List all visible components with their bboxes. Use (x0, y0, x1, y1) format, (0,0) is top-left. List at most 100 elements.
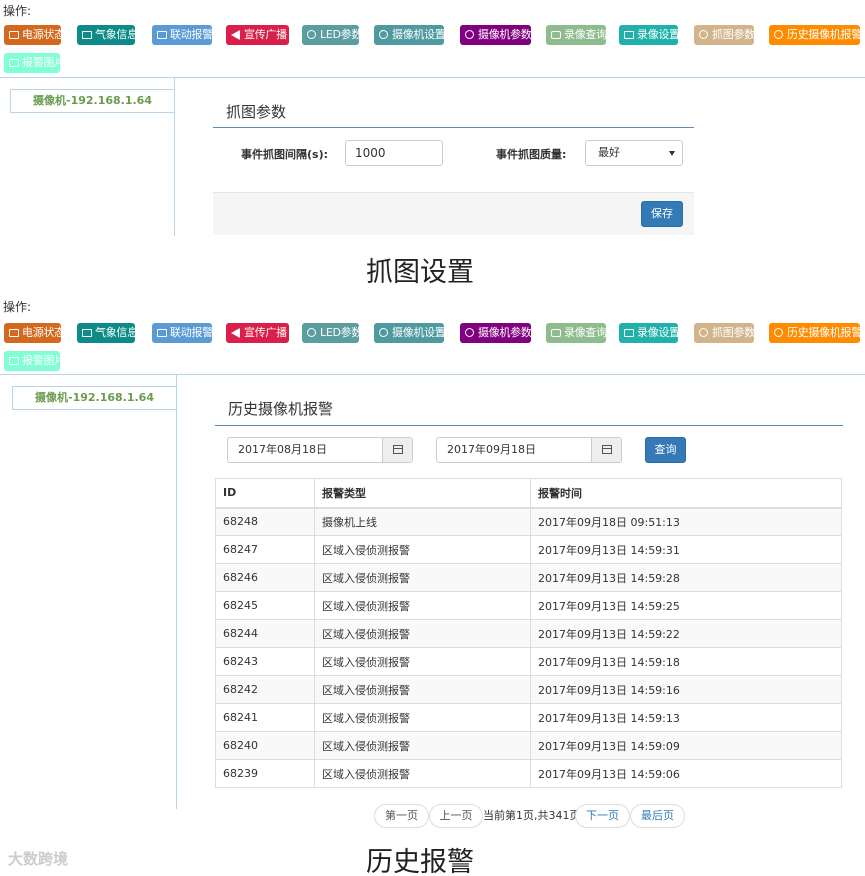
toolbar-button-1[interactable]: 气象信息 (77, 25, 138, 45)
toolbar-button-1[interactable]: 气象信息 (77, 323, 138, 343)
toolbar-button-8[interactable]: 录像设置 (619, 323, 680, 343)
divider (176, 374, 177, 386)
cell-id: 68243 (215, 647, 315, 676)
table-row: 68239 区域入侵侦测报警 2017年09月13日 14:59:06 (215, 759, 842, 788)
camera-icon (551, 329, 561, 337)
toolbar-button-label: 气象信息 (95, 326, 138, 339)
start-date-picker[interactable]: 2017年08月18日 (227, 437, 413, 463)
cell-type: 区域入侵侦测报警 (314, 675, 531, 704)
toolbar-button-label: 历史摄像机报警 (787, 28, 862, 41)
first-page-button[interactable]: 第一页 (374, 804, 429, 828)
operations-label: 操作: (3, 4, 32, 18)
end-date-picker[interactable]: 2017年09月18日 (436, 437, 622, 463)
toolbar-button-11[interactable]: 报警图片 (4, 53, 65, 73)
quality-label: 事件抓图质量: (496, 148, 567, 161)
toolbar-button-label: 录像设置 (637, 326, 680, 339)
table-row: 68240 区域入侵侦测报警 2017年09月13日 14:59:09 (215, 731, 842, 760)
toolbar-button-7[interactable]: 录像查询 (546, 323, 607, 343)
toolbar-button-7[interactable]: 录像查询 (546, 25, 607, 45)
toolbar-button-2[interactable]: 联动报警 (152, 25, 213, 45)
cell-time: 2017年09月13日 14:59:22 (530, 619, 842, 648)
cell-time: 2017年09月13日 14:59:31 (530, 535, 842, 564)
toolbar-button-label: 联动报警 (170, 28, 213, 41)
query-button[interactable]: 查询 (645, 437, 686, 463)
divider (12, 409, 177, 410)
table-row: 68243 区域入侵侦测报警 2017年09月13日 14:59:18 (215, 647, 842, 676)
quality-selected-value: 最好 (598, 146, 620, 159)
toolbar-button-4[interactable]: LED参数 (302, 25, 362, 45)
monitor-icon (82, 329, 92, 337)
gear-icon (465, 328, 474, 337)
cell-id: 68242 (215, 675, 315, 704)
toolbar-button-3[interactable]: 宣传广播 (226, 25, 289, 45)
toolbar-button-9[interactable]: 抓图参数 (694, 323, 755, 343)
toolbar-button-label: 摄像机参数 (478, 28, 532, 41)
image-icon (9, 357, 19, 365)
toolbar-button-label: 抓图参数 (712, 326, 755, 339)
gear-icon (699, 328, 708, 337)
toolbar-button-8[interactable]: 录像设置 (619, 25, 680, 45)
column-header-time: 报警时间 (530, 478, 842, 509)
column-header-type: 报警类型 (314, 478, 531, 509)
toolbar-button-2[interactable]: 联动报警 (152, 323, 213, 343)
gear-icon (774, 328, 783, 337)
watermark: 大数跨境 (8, 850, 69, 868)
camera-tab[interactable]: 摄像机-192.168.1.64 (12, 386, 177, 410)
toolbar-button-label: 录像查询 (564, 326, 607, 339)
interval-label: 事件抓图间隔(s): (241, 148, 329, 161)
toolbar-button-4[interactable]: LED参数 (302, 323, 363, 343)
toolbar-button-6[interactable]: 摄像机参数 (460, 25, 532, 45)
calendar-icon[interactable] (591, 438, 621, 462)
cell-type: 区域入侵侦测报警 (314, 535, 531, 564)
monitor-icon (9, 31, 19, 39)
table-row: 68248 摄像机上线 2017年09月18日 09:51:13 (215, 507, 842, 536)
image-icon (157, 31, 167, 39)
cell-type: 摄像机上线 (314, 507, 531, 536)
cell-id: 68244 (215, 619, 315, 648)
monitor-icon (624, 31, 634, 39)
gear-icon (379, 328, 388, 337)
table-row: 68244 区域入侵侦测报警 2017年09月13日 14:59:22 (215, 619, 842, 648)
page-info: 当前第1页,共341页 (483, 809, 581, 822)
toolbar-button-11[interactable]: 报警图片 (4, 351, 65, 371)
gear-icon (307, 328, 316, 337)
camera-icon (551, 31, 561, 39)
toolbar-button-label: 报警图片 (22, 354, 65, 367)
cell-time: 2017年09月13日 14:59:18 (530, 647, 842, 676)
toolbar-button-label: LED参数 (320, 326, 363, 339)
toolbar-button-10[interactable]: 历史摄像机报警 (769, 323, 862, 343)
cell-id: 68247 (215, 535, 315, 564)
caption-history-alarm: 历史报警 (366, 847, 474, 876)
toolbar-button-10[interactable]: 历史摄像机报警 (769, 25, 862, 45)
toolbar-button-5[interactable]: 摄像机设置 (374, 25, 446, 45)
caret-down-icon (669, 151, 675, 156)
cell-type: 区域入侵侦测报警 (314, 703, 531, 732)
cell-type: 区域入侵侦测报警 (314, 759, 531, 788)
toolbar-button-6[interactable]: 摄像机参数 (460, 323, 532, 343)
toolbar-button-label: 气象信息 (95, 28, 138, 41)
table-row: 68241 区域入侵侦测报警 2017年09月13日 14:59:13 (215, 703, 842, 732)
interval-input[interactable] (345, 140, 443, 166)
table-row: 68246 区域入侵侦测报警 2017年09月13日 14:59:28 (215, 563, 842, 592)
save-button[interactable]: 保存 (641, 201, 683, 227)
toolbar-button-5[interactable]: 摄像机设置 (374, 323, 446, 343)
quality-select[interactable]: 最好 (585, 140, 683, 166)
divider (10, 112, 175, 113)
calendar-icon[interactable] (382, 438, 412, 462)
megaphone-icon (231, 30, 240, 40)
camera-tab[interactable]: 摄像机-192.168.1.64 (10, 89, 175, 113)
cell-id: 68240 (215, 731, 315, 760)
last-page-button[interactable]: 最后页 (630, 804, 685, 828)
prev-page-button[interactable]: 上一页 (429, 804, 483, 828)
gear-icon (774, 30, 783, 39)
toolbar-button-9[interactable]: 抓图参数 (694, 25, 755, 45)
cell-time: 2017年09月13日 14:59:13 (530, 703, 842, 732)
toolbar-button-0[interactable]: 电源状态 (4, 323, 65, 343)
next-page-button[interactable]: 下一页 (575, 804, 630, 828)
toolbar-button-3[interactable]: 宣传广播 (226, 323, 289, 343)
toolbar-button-0[interactable]: 电源状态 (4, 25, 65, 45)
cell-time: 2017年09月13日 14:59:28 (530, 563, 842, 592)
toolbar-button-label: 录像查询 (564, 28, 607, 41)
cell-type: 区域入侵侦测报警 (314, 619, 531, 648)
start-date-value: 2017年08月18日 (238, 443, 327, 456)
